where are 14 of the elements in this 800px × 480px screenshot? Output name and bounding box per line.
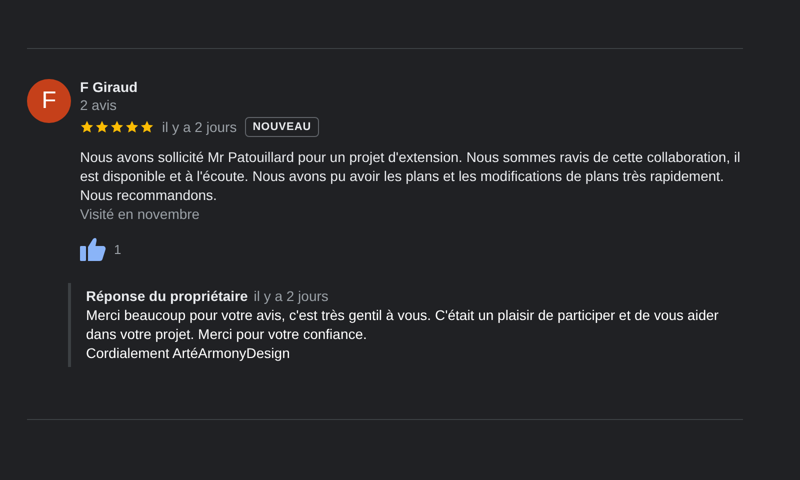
owner-reply-title: Réponse du propriétaire: [86, 288, 248, 304]
avatar[interactable]: F: [27, 79, 71, 123]
thumbs-up-icon[interactable]: [80, 237, 106, 261]
visit-date: Visité en novembre: [80, 205, 201, 224]
review-text: Nous avons sollicité Mr Patouillard pour un projet d'extension. Nous sommes ravis de cette collaboration, il est disponible et à l'écoute. Nous avons pu avoir les plans et les modifications de plans très rapidement.: [80, 148, 742, 186]
reviewer-name[interactable]: F Giraud: [80, 78, 743, 96]
reply-text: Cordialement ArtéArmonyDesign: [86, 344, 291, 363]
new-badge: NOUVEAU: [244, 117, 320, 137]
review-text: Nous recommandons.: [80, 186, 218, 205]
review-count: 2 avis: [80, 96, 118, 114]
like-count: 1: [114, 242, 122, 256]
reply-date: il y a 2 jours: [254, 288, 328, 304]
review-date: il y a 2 jours: [162, 119, 237, 135]
reply-text: Merci beaucoup pour votre avis, c'est très gentil à vous. C'était un plaisir de participer et de vous aider dans votre projet. Merci pour votre confiance.: [86, 306, 720, 344]
